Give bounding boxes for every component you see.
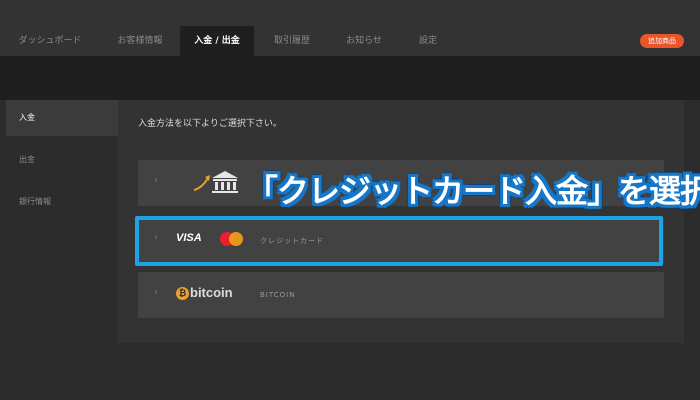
selection-highlight-box (135, 216, 663, 266)
deposit-method-bitcoin[interactable]: › ₿ bitcoin BITCOIN (138, 272, 664, 318)
sidebar-item-deposit[interactable]: 入金 (6, 100, 118, 136)
additional-products-badge[interactable]: 追加商品 (640, 34, 684, 48)
bitcoin-icon: ₿ (176, 287, 189, 300)
sidebar-item-withdraw[interactable]: 出金 (6, 142, 118, 178)
instruction-text: 入金方法を以下よりご選択下さい。 (138, 119, 282, 129)
bitcoin-label: BITCOIN (260, 291, 296, 299)
tab-dashboard[interactable]: ダッシュボード (0, 26, 100, 56)
tab-notices[interactable]: お知らせ (330, 26, 398, 56)
top-navigation: ダッシュボード お客様情報 入金 / 出金 取引履歴 お知らせ 設定 追加商品 (0, 0, 700, 56)
tab-customer-info[interactable]: お客様情報 (100, 26, 180, 56)
bank-icon (193, 171, 238, 193)
sidebar-item-bank-info[interactable]: 銀行情報 (6, 184, 118, 220)
tab-settings[interactable]: 設定 (398, 26, 458, 56)
tab-deposit-withdraw[interactable]: 入金 / 出金 (180, 26, 254, 56)
bitcoin-logo-text: bitcoin (190, 285, 233, 300)
instruction-caption-overlay: 「クレジットカード入金」を選択 (246, 172, 700, 210)
sidebar: 入金 出金 銀行情報 (6, 100, 118, 400)
tab-transaction-history[interactable]: 取引履歴 (254, 26, 330, 56)
chevron-right-icon: › (154, 175, 158, 186)
chevron-right-icon: › (154, 287, 158, 298)
bitcoin-logo: ₿ bitcoin (176, 285, 233, 300)
subheader-strip (0, 56, 700, 100)
